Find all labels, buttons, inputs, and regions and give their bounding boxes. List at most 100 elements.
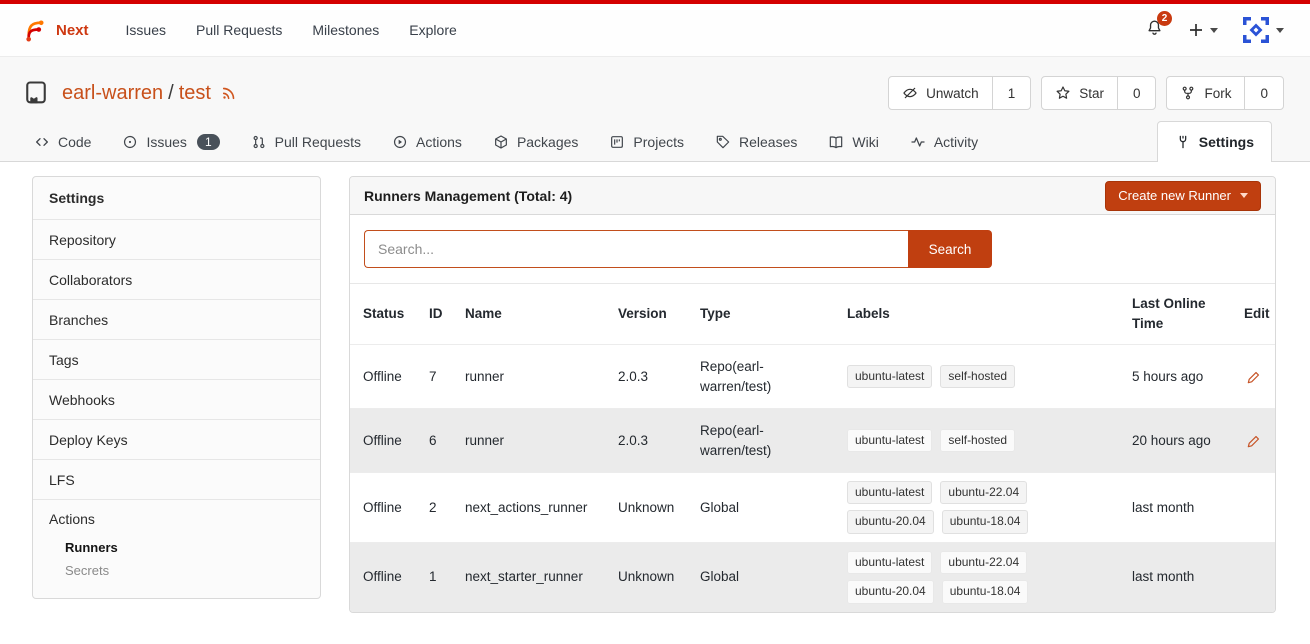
settings-sidebar: Settings Repository Collaborators Branch… bbox=[32, 176, 321, 599]
repo-name-link[interactable]: test bbox=[179, 82, 211, 104]
nav-item-explore[interactable]: Explore bbox=[394, 22, 471, 38]
chevron-down-icon bbox=[1210, 28, 1218, 33]
search-group: Search bbox=[364, 230, 992, 268]
fork-button[interactable]: Fork bbox=[1167, 77, 1245, 109]
label-chip: ubuntu-20.04 bbox=[847, 580, 934, 603]
runner-last-online: 5 hours ago bbox=[1132, 367, 1244, 387]
forks-count[interactable]: 0 bbox=[1245, 77, 1283, 109]
sidebar-item-repository[interactable]: Repository bbox=[33, 219, 320, 259]
sidebar-item-lfs[interactable]: LFS bbox=[33, 459, 320, 499]
runner-version: 2.0.3 bbox=[618, 367, 700, 387]
label-chip: ubuntu-latest bbox=[847, 429, 932, 452]
tab-settings[interactable]: Settings bbox=[1157, 121, 1272, 162]
tab-label: Issues bbox=[146, 134, 186, 150]
table-row: Offline 2 next_actions_runner Unknown Gl… bbox=[350, 472, 1275, 542]
table-row: Offline 6 runner 2.0.3 Repo(earl-warren/… bbox=[350, 408, 1275, 472]
sidebar-item-actions[interactable]: Actions bbox=[49, 511, 304, 536]
play-circle-icon bbox=[392, 134, 408, 150]
runner-type: Global bbox=[700, 498, 847, 518]
edit-runner-button[interactable] bbox=[1244, 367, 1264, 387]
edit-runner-button[interactable] bbox=[1244, 431, 1264, 451]
runners-table: Status ID Name Version Type Labels Last … bbox=[350, 284, 1275, 612]
runner-version: Unknown bbox=[618, 567, 700, 587]
runner-id: 6 bbox=[429, 431, 465, 451]
col-name: Name bbox=[465, 304, 618, 324]
tab-projects[interactable]: Projects bbox=[597, 123, 696, 161]
sidebar-item-branches[interactable]: Branches bbox=[33, 299, 320, 339]
nav-item-pull-requests[interactable]: Pull Requests bbox=[181, 22, 297, 38]
tab-label: Activity bbox=[934, 134, 978, 150]
project-board-icon bbox=[609, 134, 625, 150]
watchers-count[interactable]: 1 bbox=[993, 77, 1031, 109]
star-button[interactable]: Star bbox=[1042, 77, 1118, 109]
tab-packages[interactable]: Packages bbox=[481, 123, 590, 161]
runner-version: Unknown bbox=[618, 498, 700, 518]
sidebar-header-settings: Settings bbox=[33, 177, 320, 219]
tab-wiki[interactable]: Wiki bbox=[816, 123, 890, 161]
search-input[interactable] bbox=[364, 230, 908, 268]
runner-labels: ubuntu-latest ubuntu-22.04 ubuntu-20.04 … bbox=[847, 481, 1079, 534]
sidebar-subitem-runners[interactable]: Runners bbox=[49, 536, 304, 559]
table-header-row: Status ID Name Version Type Labels Last … bbox=[350, 284, 1275, 344]
forgejo-logo-icon bbox=[20, 17, 47, 44]
tab-issues[interactable]: Issues 1 bbox=[110, 123, 231, 161]
col-id: ID bbox=[429, 304, 465, 324]
runner-status: Offline bbox=[363, 567, 429, 587]
runner-name: runner bbox=[465, 431, 618, 451]
rss-feed-icon[interactable] bbox=[220, 84, 238, 102]
label-chip: ubuntu-latest bbox=[847, 551, 932, 574]
home-brand[interactable]: Next bbox=[20, 17, 89, 44]
watch-button-group: Unwatch 1 bbox=[888, 76, 1031, 110]
tab-code[interactable]: Code bbox=[22, 123, 103, 161]
runner-last-online: last month bbox=[1132, 567, 1244, 587]
runner-id: 7 bbox=[429, 367, 465, 387]
runner-id: 2 bbox=[429, 498, 465, 518]
tab-label: Projects bbox=[633, 134, 684, 150]
issue-opened-icon bbox=[122, 134, 138, 150]
chevron-down-icon bbox=[1240, 193, 1248, 198]
create-new-dropdown[interactable] bbox=[1188, 22, 1218, 38]
create-new-runner-button[interactable]: Create new Runner bbox=[1105, 181, 1261, 211]
pencil-icon bbox=[1246, 433, 1262, 449]
nav-item-issues[interactable]: Issues bbox=[111, 22, 181, 38]
fork-label: Fork bbox=[1204, 86, 1231, 101]
book-icon bbox=[828, 134, 844, 150]
user-menu-dropdown[interactable] bbox=[1242, 16, 1284, 44]
label-chip: ubuntu-18.04 bbox=[942, 580, 1029, 603]
sidebar-subitem-secrets[interactable]: Secrets bbox=[49, 559, 304, 582]
runner-id: 1 bbox=[429, 567, 465, 587]
page-content: Settings Repository Collaborators Branch… bbox=[0, 162, 1310, 613]
notifications-button[interactable]: 2 bbox=[1145, 18, 1164, 42]
stars-count[interactable]: 0 bbox=[1118, 77, 1156, 109]
tab-releases[interactable]: Releases bbox=[703, 123, 809, 161]
runner-name: next_starter_runner bbox=[465, 567, 618, 587]
runner-type: Repo(earl-warren/test) bbox=[700, 421, 847, 460]
sidebar-item-webhooks[interactable]: Webhooks bbox=[33, 379, 320, 419]
runner-last-online: 20 hours ago bbox=[1132, 431, 1244, 451]
runner-labels: ubuntu-latest self-hosted bbox=[847, 365, 1079, 388]
repo-actions: Unwatch 1 Star 0 bbox=[888, 76, 1284, 110]
avatar bbox=[1242, 16, 1270, 44]
tag-icon bbox=[715, 134, 731, 150]
label-chip: ubuntu-22.04 bbox=[940, 481, 1027, 504]
tab-actions[interactable]: Actions bbox=[380, 123, 474, 161]
tab-label: Releases bbox=[739, 134, 797, 150]
eye-slash-icon bbox=[902, 85, 918, 101]
tab-activity[interactable]: Activity bbox=[898, 123, 990, 161]
runners-panel: Runners Management (Total: 4) Create new… bbox=[349, 176, 1276, 613]
runner-type: Global bbox=[700, 567, 847, 587]
sidebar-item-deploy-keys[interactable]: Deploy Keys bbox=[33, 419, 320, 459]
nav-item-milestones[interactable]: Milestones bbox=[297, 22, 394, 38]
tab-label: Wiki bbox=[852, 134, 878, 150]
runner-status: Offline bbox=[363, 367, 429, 387]
sidebar-item-collaborators[interactable]: Collaborators bbox=[33, 259, 320, 299]
create-new-runner-label: Create new Runner bbox=[1118, 188, 1231, 203]
plus-icon bbox=[1188, 22, 1204, 38]
unwatch-button[interactable]: Unwatch bbox=[889, 77, 993, 109]
code-icon bbox=[34, 134, 50, 150]
repo-owner-link[interactable]: earl-warren bbox=[62, 82, 163, 104]
sidebar-item-tags[interactable]: Tags bbox=[33, 339, 320, 379]
search-button[interactable]: Search bbox=[908, 230, 992, 268]
tab-pull-requests[interactable]: Pull Requests bbox=[239, 123, 373, 161]
runner-labels: ubuntu-latest ubuntu-22.04 ubuntu-20.04 … bbox=[847, 551, 1079, 604]
